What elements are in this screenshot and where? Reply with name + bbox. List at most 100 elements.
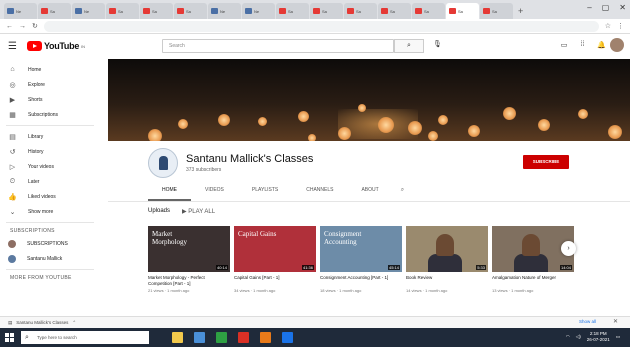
forward-icon[interactable]: →: [19, 23, 26, 30]
video-title[interactable]: Capital Gains [Part - 1]: [234, 275, 316, 286]
browser-tab-strip: Ne Sa Ne Sa Sa Sa Ne Ne Sa Sa Sa Sa Sa Sa Sa +: [0, 0, 630, 19]
taskbar-app-icon[interactable]: [260, 332, 271, 343]
browser-tab[interactable]: Sa: [446, 3, 479, 19]
sidebar-item[interactable]: ⏲ Later: [0, 174, 102, 189]
video-title[interactable]: Book Review: [406, 275, 488, 286]
network-icon[interactable]: ◠: [566, 334, 570, 340]
browser-tab[interactable]: Ne: [208, 3, 241, 19]
sidebar-item-label: Your videos: [28, 163, 54, 170]
subscription-avatar: [8, 254, 16, 263]
browser-tab[interactable]: Sa: [106, 3, 139, 19]
play-all-button[interactable]: ▶ PLAY ALL: [182, 208, 215, 215]
video-thumbnail[interactable]: Market Morphology 40:14: [148, 226, 230, 272]
hamburger-menu-icon[interactable]: ☰: [8, 41, 17, 52]
video-card[interactable]: 14:04 Amalgamation Nature of Merger 13 vie…: [492, 226, 574, 293]
sidebar-item[interactable]: 👍 Liked videos: [0, 189, 102, 204]
browser-tab[interactable]: Sa: [480, 3, 513, 19]
video-thumbnail[interactable]: 5:33: [406, 226, 488, 272]
browser-tab[interactable]: Sa: [276, 3, 309, 19]
microphone-icon[interactable]: 🎙: [433, 40, 442, 48]
tab-favicon-icon: [483, 8, 490, 14]
new-tab-button[interactable]: +: [518, 3, 523, 19]
video-thumbnail[interactable]: Capital Gains 41:36: [234, 226, 316, 272]
extension-icon[interactable]: ☆: [605, 22, 611, 30]
youtube-logo[interactable]: YouTube IN: [26, 41, 85, 51]
channel-tab[interactable]: PLAYLISTS: [238, 183, 292, 201]
channel-tab[interactable]: CHANNELS: [292, 183, 347, 201]
subscribe-button[interactable]: SUBSCRIBE: [523, 155, 569, 169]
video-title[interactable]: Consignment Accounting [Part - 1]: [320, 275, 402, 286]
video-card[interactable]: Consignment Accounting 45:14 Consignment A…: [320, 226, 402, 293]
taskbar-app-icon[interactable]: [172, 332, 183, 343]
channel-tab[interactable]: VIDEOS: [191, 183, 238, 201]
chevron-up-icon[interactable]: ⌃: [72, 320, 76, 326]
shelf-next-button[interactable]: ›: [561, 241, 576, 256]
video-card[interactable]: Market Morphology 40:14 Market Morphology …: [148, 226, 230, 293]
sidebar-item[interactable]: ⌄ Show more: [0, 204, 102, 219]
video-card[interactable]: 5:33 Book Review 14 views · 1 month ago: [406, 226, 488, 293]
sidebar-item[interactable]: ▶ Shorts: [0, 92, 102, 107]
create-video-icon[interactable]: ▭: [561, 41, 568, 49]
clock[interactable]: 2:18 PM 26-07-2021: [587, 331, 610, 343]
presenter-image: [522, 234, 540, 256]
sidebar-item[interactable]: ◎ Explore: [0, 77, 102, 92]
subscriptions-heading: SUBSCRIPTIONS: [10, 228, 55, 234]
search-button[interactable]: ⌕: [394, 39, 424, 53]
download-file[interactable]: Santanu Mallick's Classes: [16, 320, 68, 325]
browser-tab[interactable]: Ne: [72, 3, 105, 19]
browser-tab[interactable]: Ne: [242, 3, 275, 19]
taskbar-app-icon[interactable]: [194, 332, 205, 343]
close-icon[interactable]: ✕: [619, 3, 626, 12]
uploads-heading[interactable]: Uploads: [148, 208, 170, 215]
channel-tab[interactable]: HOME: [148, 183, 191, 201]
apps-grid-icon[interactable]: ⁞⁞: [580, 41, 584, 49]
channel-search-icon[interactable]: ⌕: [393, 183, 404, 201]
banner-bokeh-light: [258, 117, 267, 126]
taskbar-app-icon[interactable]: [238, 332, 249, 343]
browser-tab[interactable]: Sa: [378, 3, 411, 19]
sidebar-item[interactable]: ▤ Library: [0, 129, 102, 144]
tabs-divider: [108, 201, 630, 202]
sidebar-item[interactable]: ▦ Subscriptions: [0, 107, 102, 122]
taskbar-app-icon[interactable]: [216, 332, 227, 343]
sidebar-item[interactable]: ↺ History: [0, 144, 102, 159]
volume-icon[interactable]: ◁): [576, 334, 581, 340]
url-field[interactable]: [43, 20, 599, 32]
channel-avatar[interactable]: [148, 148, 178, 178]
account-avatar[interactable]: [610, 38, 624, 52]
minimize-icon[interactable]: –: [587, 3, 591, 12]
browser-tab[interactable]: Sa: [310, 3, 343, 19]
show-all-downloads-button[interactable]: Show all: [579, 319, 596, 324]
taskbar-search-input[interactable]: Type here to search: [21, 331, 149, 344]
video-card[interactable]: Capital Gains 41:36 Capital Gains [Part - …: [234, 226, 316, 293]
browser-tab[interactable]: Sa: [344, 3, 377, 19]
sidebar-item[interactable]: ⌂ Home: [0, 62, 102, 77]
browser-tab[interactable]: Sa: [38, 3, 71, 19]
browser-tab[interactable]: Sa: [174, 3, 207, 19]
close-download-bar-icon[interactable]: ✕: [613, 318, 618, 325]
subscription-item[interactable]: SUBSCRIPTIONS: [0, 236, 102, 251]
maximize-icon[interactable]: ▢: [602, 3, 610, 12]
windows-start-icon[interactable]: [5, 333, 14, 342]
tab-favicon-icon: [313, 8, 320, 14]
sidebar-item[interactable]: ▷ Your videos: [0, 159, 102, 174]
browser-tab[interactable]: Ne: [4, 3, 37, 19]
search-input[interactable]: Search: [162, 39, 394, 53]
channel-tab[interactable]: ABOUT: [347, 183, 392, 201]
subscription-item[interactable]: Santanu Mallick: [0, 251, 102, 266]
tab-favicon-icon: [7, 8, 14, 14]
video-title[interactable]: Market Morphology - Perfect Competition …: [148, 275, 230, 286]
video-thumbnail[interactable]: Consignment Accounting 45:14: [320, 226, 402, 272]
video-title[interactable]: Amalgamation Nature of Merger: [492, 275, 574, 286]
notification-center-icon[interactable]: ▭: [616, 334, 620, 340]
video-duration: 45:14: [387, 265, 400, 270]
browser-menu-icon[interactable]: ⋮: [617, 22, 624, 30]
browser-tab[interactable]: Sa: [140, 3, 173, 19]
tab-title: Sa: [458, 8, 463, 14]
back-icon[interactable]: ←: [6, 23, 13, 30]
taskbar-app-icon[interactable]: [282, 332, 293, 343]
presenter-image: [436, 234, 454, 256]
browser-tab[interactable]: Sa: [412, 3, 445, 19]
notifications-icon[interactable]: 🔔: [597, 41, 606, 49]
reload-icon[interactable]: ↻: [32, 22, 38, 30]
